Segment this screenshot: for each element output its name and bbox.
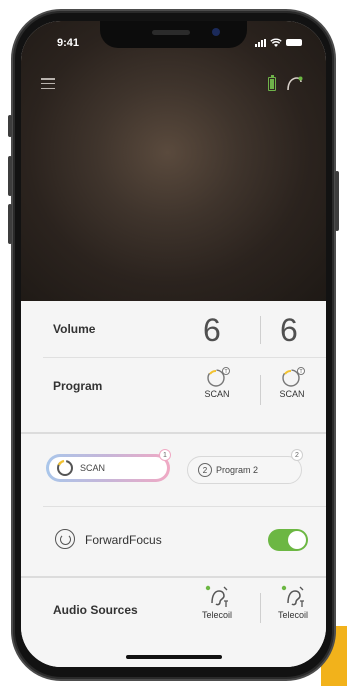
- volume-divider: [260, 316, 261, 344]
- audio-sources-row: Audio Sources Telecoil Telecoil: [21, 578, 326, 648]
- hero-background: [21, 21, 326, 301]
- audio-source-left-label: Telecoil: [201, 610, 232, 620]
- program-number-badge: 1: [159, 449, 171, 461]
- audio-sources-label: Audio Sources: [53, 603, 138, 617]
- status-time: 9:41: [57, 37, 80, 49]
- forward-focus-toggle[interactable]: [268, 529, 308, 551]
- program-right-label: SCAN: [279, 389, 305, 399]
- hearing-aid-icon[interactable]: [285, 75, 303, 93]
- volume-up-button: [8, 156, 12, 196]
- svg-text:T: T: [299, 369, 302, 375]
- program-left-label: SCAN: [204, 389, 230, 399]
- forward-focus-icon: [55, 529, 75, 549]
- program-2-label: Program 2: [216, 465, 259, 475]
- forward-focus-row: ForwardFocus: [21, 507, 326, 577]
- program-left[interactable]: T SCAN: [197, 366, 237, 399]
- audio-source-left[interactable]: Telecoil: [197, 585, 237, 620]
- scan-pill-label: SCAN: [80, 463, 106, 473]
- program-2-pill[interactable]: 2 Program 2 2: [187, 449, 303, 484]
- scan-icon: [57, 459, 73, 476]
- telecoil-icon: [205, 585, 228, 607]
- menu-icon[interactable]: [41, 78, 55, 89]
- program-number-badge: 2: [291, 449, 303, 461]
- notch: [100, 21, 247, 48]
- power-button: [335, 171, 339, 231]
- volume-down-button: [8, 204, 12, 244]
- audio-sources-divider: [260, 593, 261, 623]
- forward-focus-label: ForwardFocus: [85, 533, 162, 547]
- program-row: Program T SCAN T SCAN: [21, 358, 326, 433]
- home-indicator[interactable]: [126, 655, 222, 659]
- volume-right-value[interactable]: 6: [280, 312, 298, 349]
- phone-battery-icon: [286, 39, 302, 46]
- scan-program-pill[interactable]: SCAN 1: [46, 449, 171, 482]
- program-label: Program: [53, 379, 103, 393]
- phone-screen: 9:41 Volume 6 6 Program T SCAN T SCAN SC…: [21, 21, 326, 667]
- telecoil-icon: [281, 585, 304, 607]
- signal-icon: [255, 38, 266, 47]
- wifi-icon: [270, 38, 282, 47]
- volume-left-value[interactable]: 6: [203, 312, 221, 349]
- svg-text:T: T: [224, 369, 227, 375]
- toggle-knob: [288, 531, 306, 549]
- audio-source-right[interactable]: Telecoil: [273, 585, 313, 620]
- audio-source-right-label: Telecoil: [277, 610, 308, 620]
- mute-switch: [8, 115, 12, 137]
- volume-label: Volume: [53, 322, 96, 336]
- program-divider: [260, 375, 261, 405]
- speaker-grille: [152, 30, 190, 35]
- front-camera: [212, 28, 220, 36]
- volume-row: Volume 6 6: [21, 301, 326, 355]
- program-right[interactable]: T SCAN: [272, 366, 312, 399]
- battery-level-icon: [268, 75, 276, 91]
- controls-panel: Volume 6 6 Program T SCAN T SCAN SCAN 1 …: [21, 301, 326, 667]
- scan-program-icon: T: [282, 367, 305, 387]
- status-icons: [255, 38, 302, 47]
- scan-program-icon: T: [207, 367, 230, 387]
- program-pills-row: SCAN 1 2 Program 2 2: [21, 434, 326, 504]
- program-number-icon: 2: [198, 463, 212, 477]
